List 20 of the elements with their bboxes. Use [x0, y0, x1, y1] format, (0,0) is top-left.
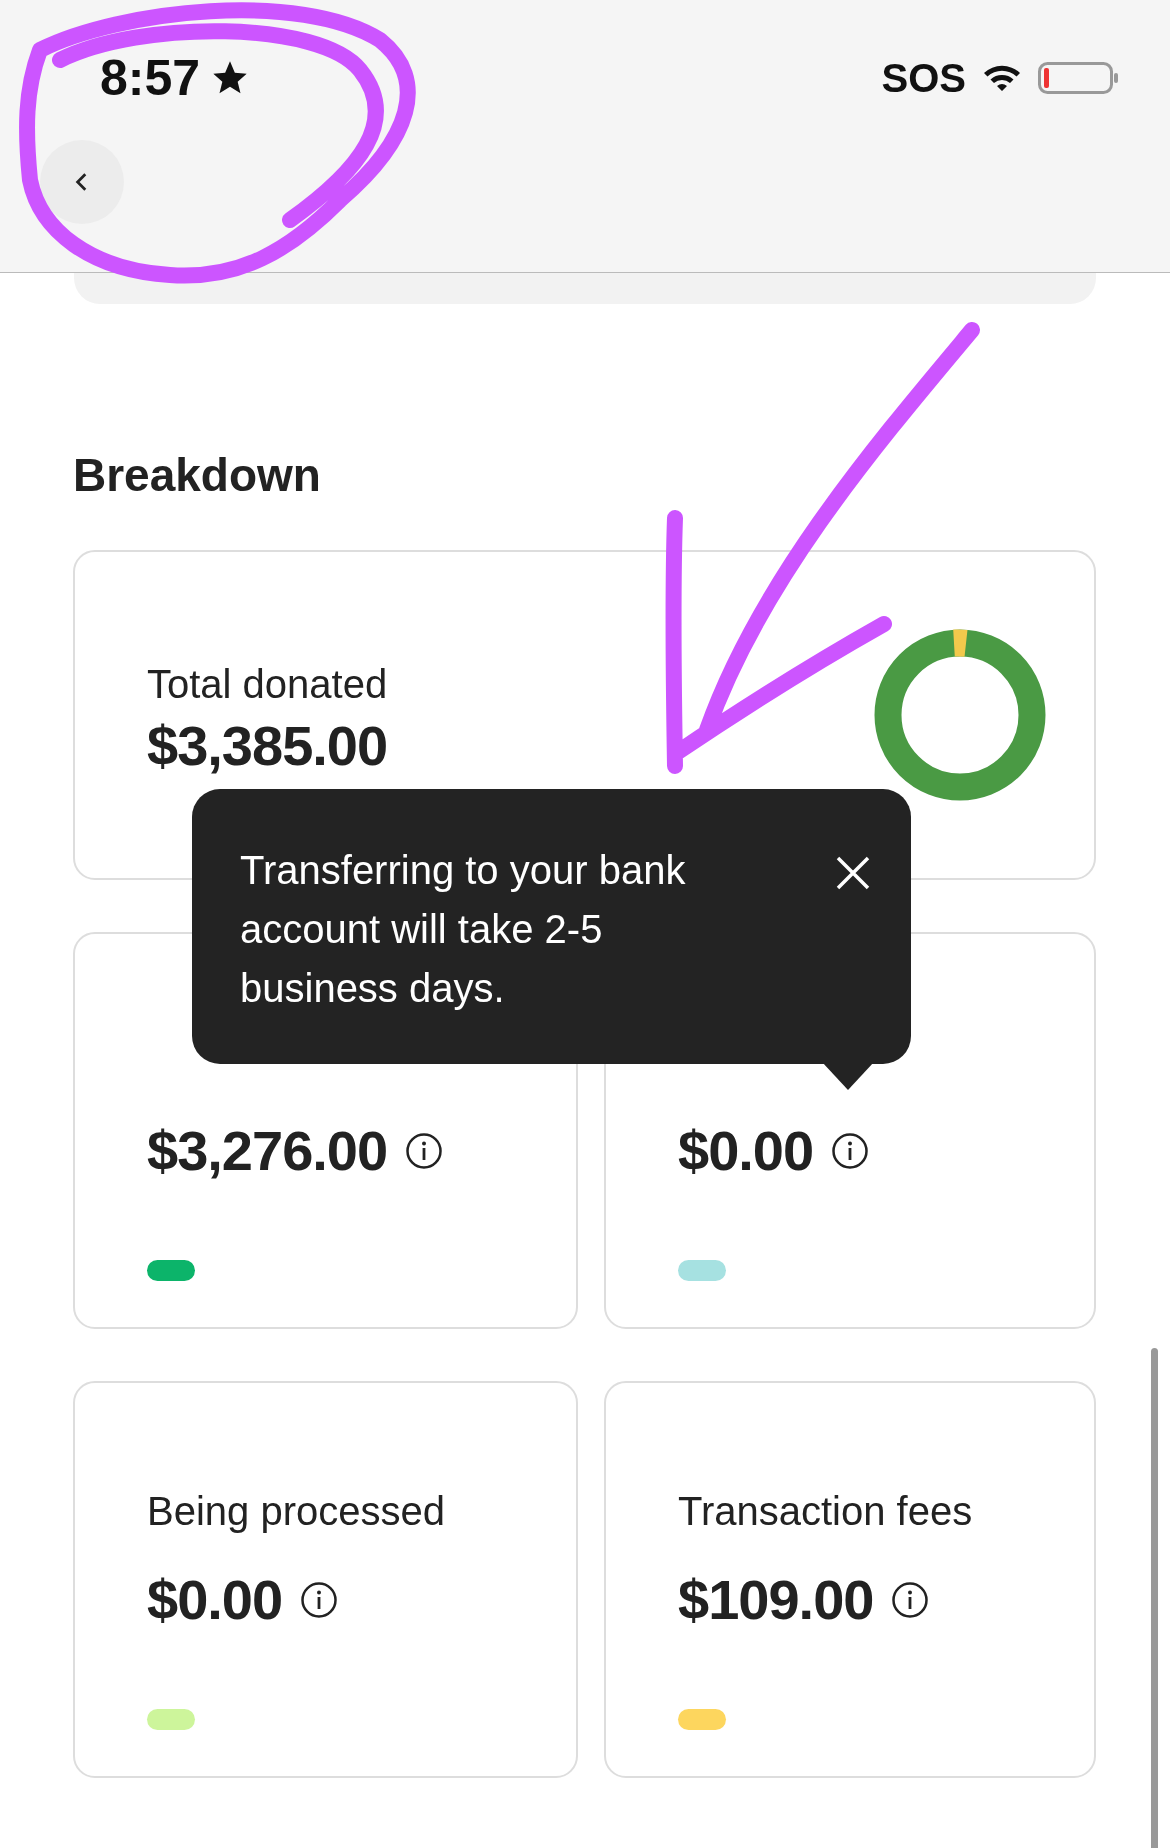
tooltip-text: Transferring to your bank account will take 2-5 business days.: [240, 847, 687, 1012]
sos-label: SOS: [881, 55, 966, 101]
close-icon: [835, 855, 871, 891]
stat-label: Being processed: [147, 1488, 446, 1535]
info-icon[interactable]: [891, 1581, 930, 1619]
section-title: Breakdown: [73, 449, 322, 501]
wifi-icon: [982, 63, 1022, 93]
stat-label: Total donated: [147, 661, 388, 708]
battery-icon: [1038, 62, 1120, 94]
info-icon[interactable]: [405, 1132, 444, 1170]
stat-value: $109.00: [678, 1568, 874, 1632]
stat-value: $0.00: [147, 1568, 283, 1632]
status-time: 8:57: [100, 49, 201, 107]
stat-value: $3,276.00: [147, 1119, 388, 1183]
close-button[interactable]: [835, 855, 871, 891]
stat-value: $3,385.00: [147, 714, 388, 778]
stat-value: $0.00: [678, 1119, 814, 1183]
stat-label: Transaction fees: [678, 1488, 974, 1535]
info-icon[interactable]: [300, 1581, 339, 1619]
info-icon[interactable]: [831, 1132, 870, 1170]
